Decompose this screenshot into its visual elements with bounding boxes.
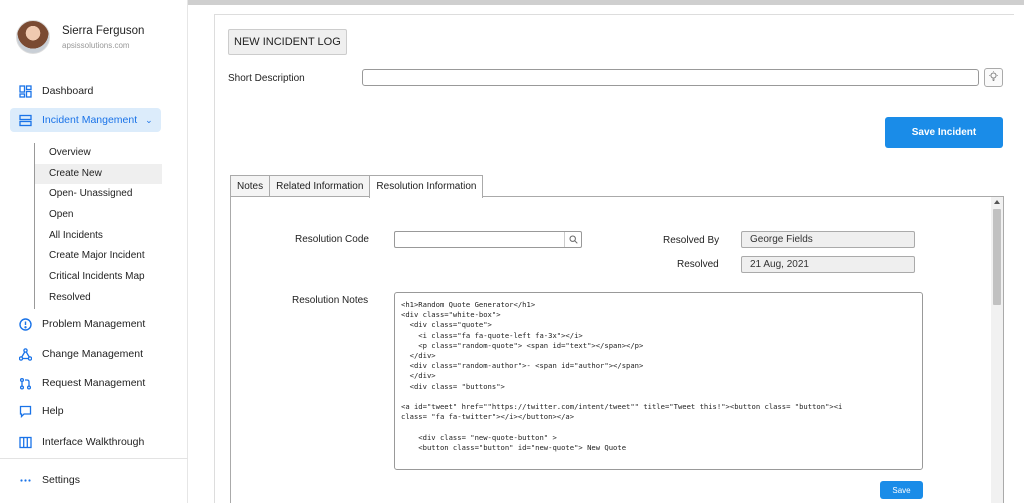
resolution-code-label: Resolution Code	[295, 234, 369, 245]
nav-incident-management[interactable]: Incident Mangement ⌄	[10, 108, 161, 132]
nav-request-label: Request Management	[42, 377, 146, 389]
subnav-all-incidents[interactable]: All Incidents	[35, 226, 164, 247]
save-button[interactable]: Save	[880, 481, 923, 499]
subnav-create-new[interactable]: Create New	[35, 163, 162, 185]
sidebar-divider	[0, 458, 188, 459]
nav-request-management[interactable]: Request Management	[10, 371, 180, 395]
alert-circle-icon	[18, 317, 32, 331]
resolved-date-field: 21 Aug, 2021	[741, 256, 915, 273]
lightbulb-button[interactable]	[984, 68, 1003, 87]
page-title: NEW INCIDENT LOG	[228, 29, 347, 55]
resolved-label: Resolved	[677, 259, 719, 270]
nav-help[interactable]: Help	[10, 399, 180, 423]
subnav-overview[interactable]: Overview	[35, 143, 164, 164]
dashboard-icon	[18, 84, 32, 98]
nav-interface-walkthrough[interactable]: Interface Walkthrough	[10, 430, 180, 454]
chat-icon	[18, 404, 32, 418]
resolved-by-field: George Fields	[741, 231, 915, 248]
resolution-code-input[interactable]	[394, 231, 582, 248]
nav-dashboard[interactable]: Dashboard	[10, 79, 180, 103]
incident-submenu: Overview Create New Open- Unassigned Ope…	[34, 143, 164, 309]
nav-settings[interactable]: Settings	[10, 468, 180, 492]
user-profile[interactable]: Sierra Ferguson apsissolutions.com	[16, 20, 144, 54]
resolved-by-label: Resolved By	[663, 235, 720, 246]
nav-problem-label: Problem Management	[42, 318, 146, 330]
nav-problem-management[interactable]: Problem Management	[10, 312, 180, 336]
avatar[interactable]	[16, 20, 50, 54]
subnav-open-unassigned[interactable]: Open- Unassigned	[35, 184, 164, 205]
more-dots-icon	[18, 473, 32, 487]
resolution-notes-textarea[interactable]: <h1>Random Quote Generator</h1> <div cla…	[394, 292, 923, 470]
nav-help-label: Help	[42, 405, 64, 417]
scroll-up-arrow-icon[interactable]	[994, 200, 1000, 204]
subnav-resolved[interactable]: Resolved	[35, 288, 164, 309]
top-bar	[188, 0, 1024, 5]
nav-dashboard-label: Dashboard	[42, 85, 94, 97]
save-incident-button[interactable]: Save Incident	[885, 117, 1003, 148]
nav-change-management[interactable]: Change Management	[10, 342, 180, 366]
tab-related-information[interactable]: Related Information	[269, 175, 371, 197]
nav-settings-label: Settings	[42, 474, 80, 486]
tab-notes[interactable]: Notes	[230, 175, 271, 197]
lightbulb-icon	[988, 70, 999, 85]
git-pull-request-icon	[18, 376, 32, 390]
short-description-input[interactable]	[362, 69, 979, 86]
user-org: apsissolutions.com	[62, 40, 130, 50]
scroll-thumb[interactable]	[993, 209, 1001, 305]
columns-icon	[18, 435, 32, 449]
scrollbar[interactable]	[991, 197, 1003, 503]
subnav-critical-incidents-map[interactable]: Critical Incidents Map	[35, 267, 164, 288]
nav-incident-label: Incident Mangement	[42, 114, 138, 126]
tab-resolution-information[interactable]: Resolution Information	[369, 175, 484, 198]
chevron-down-icon[interactable]: ⌄	[145, 115, 153, 126]
sidebar: Sierra Ferguson apsissolutions.com Dashb…	[0, 0, 188, 503]
short-description-label: Short Description	[228, 73, 305, 84]
tab-bar: Notes Related Information Resolution Inf…	[230, 175, 484, 198]
user-name: Sierra Ferguson	[62, 24, 145, 37]
share-nodes-icon	[18, 347, 32, 361]
nav-walkthrough-label: Interface Walkthrough	[42, 436, 145, 448]
resolution-notes-label: Resolution Notes	[292, 295, 369, 306]
subnav-open[interactable]: Open	[35, 205, 164, 226]
subnav-create-major-incident[interactable]: Create Major Incident	[35, 246, 164, 267]
search-icon[interactable]	[564, 232, 581, 247]
nav-change-label: Change Management	[42, 348, 143, 360]
server-icon	[18, 113, 32, 127]
